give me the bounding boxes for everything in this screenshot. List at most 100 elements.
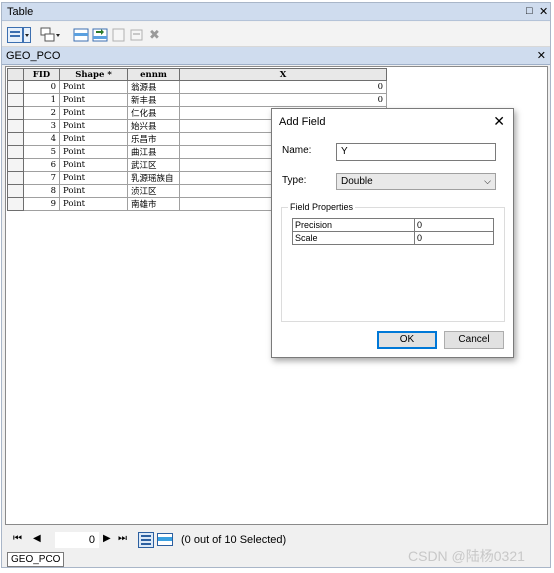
cancel-button[interactable]: Cancel <box>444 331 504 349</box>
cell-shape[interactable]: Point <box>59 145 128 160</box>
related-tables-button[interactable] <box>40 26 62 43</box>
column-header-shape[interactable]: Shape * <box>59 67 128 82</box>
column-header-x[interactable]: X <box>179 67 387 82</box>
row-selector[interactable] <box>7 106 24 121</box>
cell-fid[interactable]: 7 <box>23 171 60 186</box>
row-selector[interactable] <box>7 93 24 108</box>
cell-ennm[interactable]: 武江区 <box>127 158 180 173</box>
cell-ennm[interactable]: 新丰县 <box>127 93 180 108</box>
property-value[interactable]: 0 <box>414 231 494 245</box>
chevron-down-icon: ⌵ <box>484 176 491 186</box>
cell-ennm[interactable]: 浈江区 <box>127 184 180 199</box>
cell-shape[interactable]: Point <box>59 197 128 212</box>
select-by-attributes-icon <box>73 28 89 41</box>
cell-fid[interactable]: 4 <box>23 132 60 147</box>
cell-x[interactable]: 0 <box>179 93 387 108</box>
cell-shape[interactable]: Point <box>59 93 128 108</box>
type-select[interactable]: Double ⌵ <box>336 173 496 190</box>
property-value[interactable]: 0 <box>414 218 494 232</box>
cell-ennm[interactable]: 乐昌市 <box>127 132 180 147</box>
dialog-title: Add Field <box>279 116 326 128</box>
cell-ennm[interactable]: 翁源县 <box>127 80 180 95</box>
cell-fid[interactable]: 2 <box>23 106 60 121</box>
row-selector-header[interactable] <box>7 67 24 82</box>
field-properties-table: Precision 0 Scale 0 <box>292 218 494 245</box>
name-label: Name: <box>282 145 312 156</box>
first-record-button[interactable]: ⏮ <box>13 533 22 544</box>
property-name: Precision <box>292 218 415 232</box>
show-all-records-button[interactable] <box>138 532 154 551</box>
show-selected-records-button[interactable] <box>157 532 173 551</box>
row-selector[interactable] <box>7 119 24 134</box>
tab-label: GEO_PCO <box>6 50 61 62</box>
cell-fid[interactable]: 6 <box>23 158 60 173</box>
cell-shape[interactable]: Point <box>59 132 128 147</box>
related-tables-icon <box>40 27 60 41</box>
cell-fid[interactable]: 5 <box>23 145 60 160</box>
next-record-button[interactable]: ▶ <box>103 533 111 544</box>
zoom-to-selected-button[interactable] <box>130 26 144 43</box>
window-title: Table <box>7 6 34 18</box>
row-selector[interactable] <box>7 171 24 186</box>
clear-selection-button[interactable] <box>112 26 126 43</box>
restore-button[interactable]: □ <box>526 5 533 17</box>
cell-ennm[interactable]: 乳源瑶族自 <box>127 171 180 186</box>
cell-x[interactable]: 0 <box>179 80 387 95</box>
show-selected-records-icon <box>157 533 173 546</box>
dialog-close-button[interactable]: ✕ <box>493 113 505 130</box>
type-label: Type: <box>282 175 307 186</box>
delete-button[interactable]: ✖ <box>149 26 160 43</box>
cell-ennm[interactable]: 南雄市 <box>127 197 180 212</box>
cell-fid[interactable]: 3 <box>23 119 60 134</box>
last-record-button[interactable]: ⏭ <box>118 533 127 544</box>
field-properties-group: Field Properties Precision 0 Scale 0 <box>281 202 505 322</box>
column-header-fid[interactable]: FID <box>23 67 60 82</box>
cell-shape[interactable]: Point <box>59 106 128 121</box>
switch-selection-button[interactable] <box>92 26 108 43</box>
cell-fid[interactable]: 0 <box>23 80 60 95</box>
table-row[interactable]: 0 Point 翁源县 0 <box>7 80 387 95</box>
bottom-table-tab[interactable]: GEO_PCO <box>7 552 65 567</box>
add-field-dialog: Add Field ✕ Name: Y Type: Double ⌵ Field… <box>271 108 514 358</box>
close-button[interactable]: ✕ <box>539 5 548 18</box>
previous-record-button[interactable]: ◀ <box>33 533 41 544</box>
row-selector[interactable] <box>7 158 24 173</box>
table-row[interactable]: 1 Point 新丰县 0 <box>7 93 387 108</box>
watermark: CSDN @陆杨0321 <box>408 548 525 564</box>
table-tab[interactable]: GEO_PCO ✕ <box>2 47 550 65</box>
cell-fid[interactable]: 1 <box>23 93 60 108</box>
field-properties-label: Field Properties <box>288 202 356 212</box>
table-options-button[interactable] <box>7 26 31 43</box>
cell-fid[interactable]: 8 <box>23 184 60 199</box>
window-titlebar[interactable]: Table □ ✕ <box>2 3 550 21</box>
cell-shape[interactable]: Point <box>59 80 128 95</box>
ok-button[interactable]: OK <box>377 331 437 349</box>
cell-ennm[interactable]: 始兴县 <box>127 119 180 134</box>
tab-close-button[interactable]: ✕ <box>537 49 546 62</box>
property-name: Scale <box>292 231 415 245</box>
name-field[interactable]: Y <box>336 143 496 161</box>
cell-shape[interactable]: Point <box>59 184 128 199</box>
selection-count: (0 out of 10 Selected) <box>181 534 287 546</box>
select-by-attributes-button[interactable] <box>73 26 89 43</box>
cell-fid[interactable]: 9 <box>23 197 60 212</box>
table-header-row: FID Shape * ennm X <box>7 67 387 82</box>
cell-shape[interactable]: Point <box>59 119 128 134</box>
column-header-ennm[interactable]: ennm <box>127 67 180 82</box>
cell-ennm[interactable]: 曲江县 <box>127 145 180 160</box>
cell-shape[interactable]: Point <box>59 158 128 173</box>
current-record-field[interactable]: 0 <box>55 532 99 548</box>
clear-selection-icon <box>112 28 125 41</box>
row-selector[interactable] <box>7 132 24 147</box>
row-selector[interactable] <box>7 184 24 199</box>
row-selector[interactable] <box>7 80 24 95</box>
type-value: Double <box>341 176 373 187</box>
row-selector[interactable] <box>7 197 24 212</box>
switch-selection-icon <box>92 28 108 41</box>
delete-selected-icon <box>130 29 143 40</box>
property-row: Precision 0 <box>292 218 494 232</box>
row-selector[interactable] <box>7 145 24 160</box>
table-toolbar: ✖ <box>2 22 550 47</box>
cell-shape[interactable]: Point <box>59 171 128 186</box>
cell-ennm[interactable]: 仁化县 <box>127 106 180 121</box>
